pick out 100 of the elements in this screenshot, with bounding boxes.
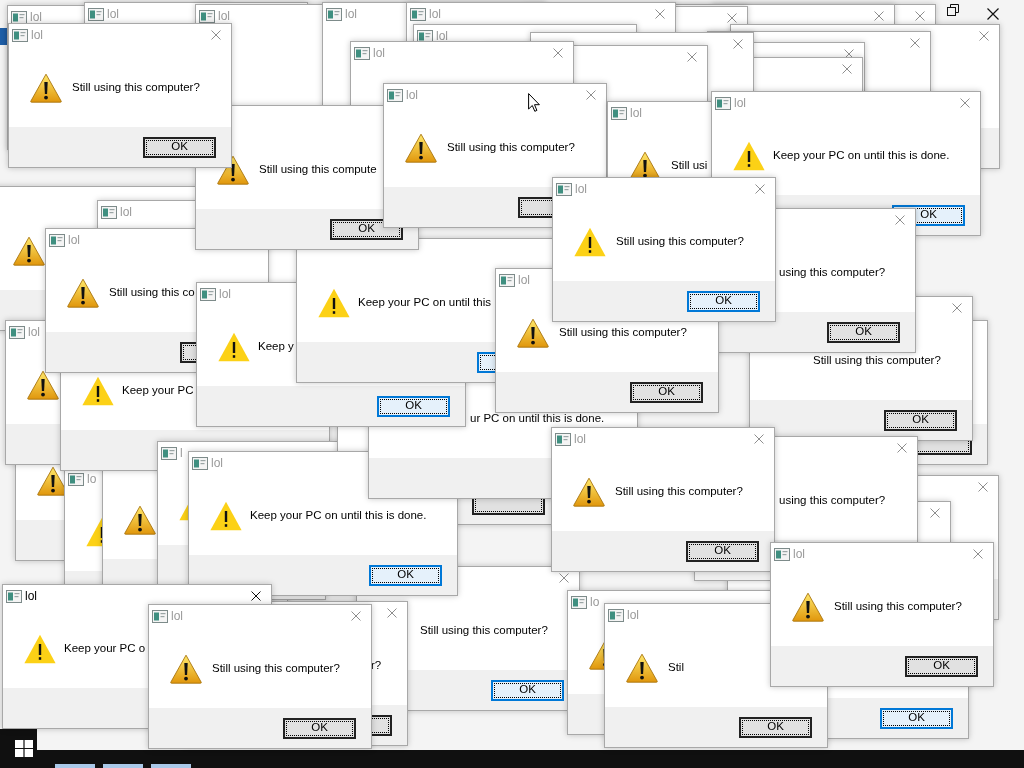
window-title: lol <box>211 457 223 469</box>
dialog-message: Keep your PC o <box>64 642 146 655</box>
app-icon <box>417 29 433 43</box>
window-title: lol <box>30 11 42 23</box>
warning-icon <box>27 369 59 400</box>
app-icon <box>161 446 177 460</box>
window-title: lol <box>345 8 357 20</box>
warning-icon <box>124 504 156 535</box>
window-title: lol <box>373 47 385 59</box>
window-title: lol <box>436 30 448 42</box>
window-title: lol <box>406 89 418 101</box>
warning-icon <box>574 226 606 257</box>
dialog-message: r? <box>371 659 382 672</box>
window-title: lol <box>31 29 43 41</box>
window-title: lol <box>627 609 639 621</box>
window-title: lol <box>68 234 80 246</box>
app-icon <box>410 7 426 21</box>
warning-icon <box>792 591 824 622</box>
window-title: lol <box>219 288 231 300</box>
window-title: lo <box>590 596 600 608</box>
app-icon <box>571 595 587 609</box>
app-icon <box>12 28 28 42</box>
app-icon <box>387 88 403 102</box>
warning-icon <box>733 140 765 171</box>
app-icon <box>354 46 370 60</box>
warning-icon <box>13 235 45 266</box>
ok-button[interactable]: OK <box>377 395 450 417</box>
ok-button[interactable]: OK <box>739 716 812 738</box>
app-icon <box>556 182 572 196</box>
app-icon <box>88 7 104 21</box>
window-title: lol <box>25 590 37 602</box>
warning-icon <box>217 154 249 185</box>
restore-icon[interactable] <box>947 4 959 16</box>
dialog-message: Still usi <box>671 159 708 172</box>
app-icon <box>9 325 25 339</box>
app-icon <box>774 547 790 561</box>
app-icon <box>555 432 571 446</box>
warning-icon <box>405 132 437 163</box>
dialog-message: Keep your PC <box>122 384 194 397</box>
window-title: lol <box>429 8 441 20</box>
ok-button[interactable]: OK <box>905 655 978 677</box>
dialog-message: Keep y <box>258 340 294 353</box>
ok-button[interactable]: OK <box>884 409 957 431</box>
ok-button[interactable]: OK <box>283 717 356 739</box>
window-title: lol <box>574 433 586 445</box>
window-title: l <box>180 447 183 459</box>
dialog-message: Still using this computer? <box>834 600 962 613</box>
dialog-message: Still using this compute <box>259 163 377 176</box>
app-icon <box>200 287 216 301</box>
ok-button[interactable]: OK <box>686 540 759 562</box>
app-icon <box>499 273 515 287</box>
ok-button[interactable]: OK <box>687 290 760 312</box>
app-icon <box>199 9 215 23</box>
dialog-message: using this computer? <box>779 494 886 507</box>
close-icon[interactable] <box>987 8 999 20</box>
warning-icon <box>170 653 202 684</box>
window-title: lol <box>630 107 642 119</box>
app-icon <box>11 10 27 24</box>
window-title: lol <box>28 326 40 338</box>
window-title: lol <box>575 183 587 195</box>
window-title: lol <box>171 610 183 622</box>
app-icon <box>101 205 117 219</box>
dialog-message: Still using this computer? <box>420 624 548 637</box>
app-icon <box>192 456 208 470</box>
dialog-message: Still using this computer? <box>559 326 687 339</box>
window-title: lol <box>793 548 805 560</box>
window-title: lol <box>518 274 530 286</box>
ok-button[interactable]: OK <box>827 321 900 343</box>
ok-button[interactable]: OK <box>491 679 564 701</box>
close-icon[interactable] <box>251 591 261 601</box>
app-icon <box>49 233 65 247</box>
dialog-message: Still using this computer? <box>616 235 744 248</box>
window-title: lol <box>734 97 746 109</box>
warning-icon <box>517 317 549 348</box>
warning-icon <box>626 652 658 683</box>
dialog-message: Still using this computer? <box>447 141 575 154</box>
window-title: lol <box>120 206 132 218</box>
window-title: lo <box>87 473 97 485</box>
dialog-message: using this computer? <box>779 266 886 279</box>
dialog-message: Keep your PC on until this is done. <box>250 509 427 522</box>
dialog-message: ur PC on until this is done. <box>470 412 605 425</box>
dialog-message: Still using this computer? <box>813 354 941 367</box>
warning-icon <box>210 500 242 531</box>
ok-button[interactable]: OK <box>369 564 442 586</box>
app-icon <box>6 589 22 603</box>
app-icon <box>611 106 627 120</box>
window-title: lol <box>218 10 230 22</box>
ok-button[interactable]: OK <box>143 136 216 158</box>
four-pane-icon <box>15 740 33 757</box>
ok-button[interactable]: OK <box>880 707 953 729</box>
app-icon <box>68 472 84 486</box>
dialog-message: Still using this computer? <box>72 81 200 94</box>
dialog-message: Keep your PC on until this is done. <box>773 149 950 162</box>
app-icon <box>608 608 624 622</box>
ok-button[interactable]: OK <box>630 381 703 403</box>
dialog-message: Stil <box>668 661 684 674</box>
dialog-message: Still using this computer? <box>615 485 743 498</box>
window-title: lol <box>107 8 119 20</box>
warning-icon <box>573 476 605 507</box>
dialog-message: Still using this co <box>109 286 195 299</box>
